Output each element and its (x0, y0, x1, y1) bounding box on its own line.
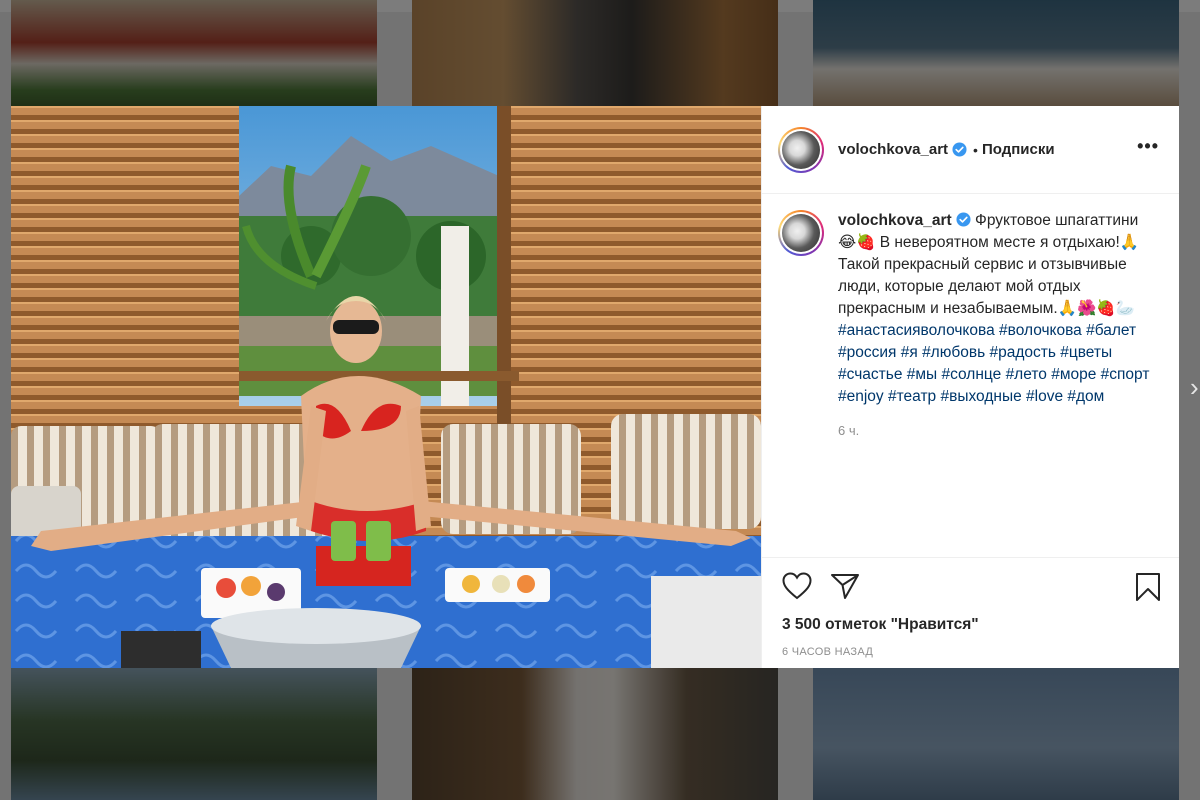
caption-time[interactable]: 6 ч. (838, 420, 1156, 442)
hashtag-link[interactable]: #солнце (941, 366, 1001, 383)
grid-post-4[interactable] (11, 668, 377, 800)
hashtag-link[interactable]: #счастье (838, 366, 902, 383)
caption: volochkova_art Фруктовое шпагаттини😂🍓 В … (838, 210, 1156, 537)
hashtag-link[interactable]: #выходные (940, 388, 1021, 405)
hashtag-link[interactable]: #море (1051, 366, 1096, 383)
caption-avatar[interactable] (778, 210, 824, 256)
post-actions: 3 500 отметок "Нравится" 6 ЧАСОВ НАЗАД (762, 557, 1179, 668)
post-photo-illustration (11, 106, 761, 668)
post-timestamp[interactable]: 6 ЧАСОВ НАЗАД (782, 646, 873, 658)
hashtag-link[interactable]: #волочкова (999, 322, 1082, 339)
more-options-icon[interactable]: ••• (1137, 136, 1159, 157)
verified-badge-icon (952, 142, 967, 157)
hashtag-link[interactable]: #анастасияволочкова (838, 322, 995, 339)
following-button[interactable]: Подписки (982, 141, 1055, 158)
grid-post-5[interactable] (412, 668, 778, 800)
hashtag-link[interactable]: #россия (838, 344, 896, 361)
hashtag-link[interactable]: #театр (888, 388, 936, 405)
post-sidebar: volochkova_art • Подписки ••• volochkova… (761, 106, 1179, 668)
post-modal: volochkova_art • Подписки ••• volochkova… (11, 106, 1179, 668)
post-photo[interactable] (11, 106, 761, 668)
hashtag-link[interactable]: #enjoy (838, 388, 884, 405)
hashtag-list: #анастасияволочкова #волочкова #балет #р… (838, 322, 1149, 405)
chevron-right-icon[interactable]: › (1190, 372, 1200, 402)
hashtag-link[interactable]: #love (1026, 388, 1063, 405)
grid-post-2[interactable] (412, 0, 778, 106)
post-header: volochkova_art • Подписки ••• (762, 106, 1179, 194)
caption-username[interactable]: volochkova_art (838, 212, 952, 229)
hashtag-link[interactable]: #я (901, 344, 918, 361)
hashtag-link[interactable]: #мы (907, 366, 937, 383)
grid-post-6[interactable] (813, 668, 1179, 800)
hashtag-link[interactable]: #дом (1067, 388, 1104, 405)
avatar-image (782, 130, 820, 169)
hashtag-link[interactable]: #цветы (1060, 344, 1112, 361)
bookmark-icon[interactable] (1135, 572, 1161, 602)
header-separator: • (973, 141, 978, 158)
heart-icon[interactable] (782, 572, 812, 600)
grid-post-3[interactable] (813, 0, 1179, 106)
verified-badge-icon (956, 212, 971, 227)
grid-post-1[interactable] (11, 0, 377, 106)
comments-section: volochkova_art Фруктовое шпагаттини😂🍓 В … (762, 194, 1179, 537)
paper-plane-icon[interactable] (830, 572, 860, 600)
author-username[interactable]: volochkova_art (838, 141, 948, 158)
avatar-image (782, 214, 820, 252)
hashtag-link[interactable]: #лето (1006, 366, 1047, 383)
avatar[interactable] (778, 126, 824, 173)
likes-count[interactable]: 3 500 отметок "Нравится" (782, 616, 979, 634)
hashtag-link[interactable]: #радость (989, 344, 1055, 361)
hashtag-link[interactable]: #балет (1086, 322, 1136, 339)
hashtag-link[interactable]: #любовь (922, 344, 985, 361)
hashtag-link[interactable]: #спорт (1101, 366, 1150, 383)
